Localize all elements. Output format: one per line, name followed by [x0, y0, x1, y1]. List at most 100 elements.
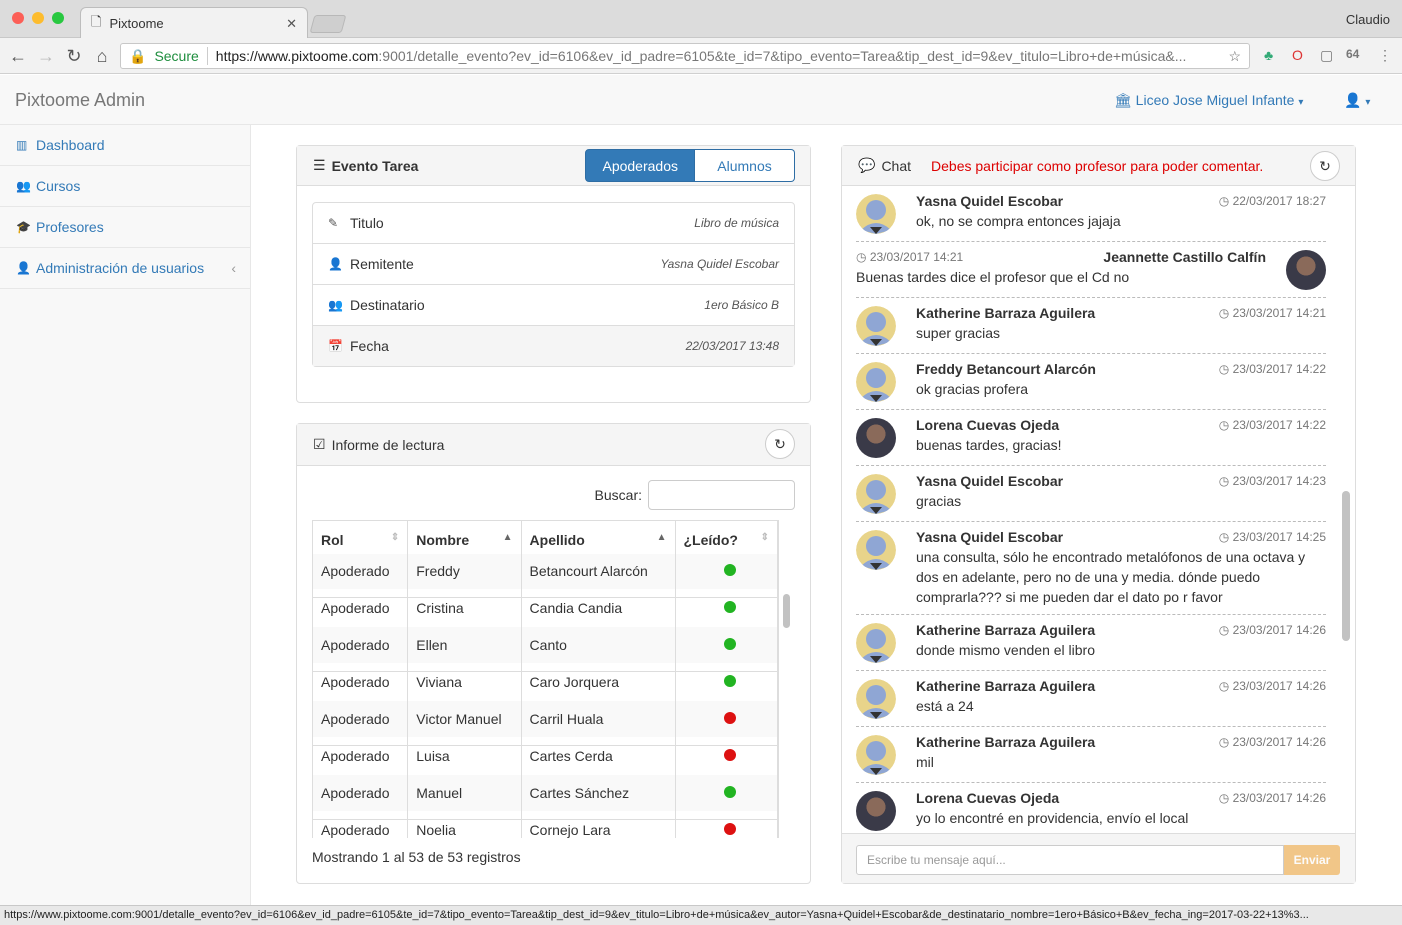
graduation-cap-icon: 🎓: [16, 220, 31, 234]
user-photo-avatar: [856, 418, 896, 458]
unread-status-dot: [724, 712, 737, 724]
search-label: Buscar:: [594, 487, 642, 503]
read-status-dot: [724, 601, 737, 613]
clock-icon: ◷: [1218, 306, 1233, 320]
reload-icon[interactable]: ↻: [64, 46, 84, 67]
chat-messages: Yasna Quidel Escobar ◷ 22/03/2017 18:27 ok…: [856, 186, 1326, 833]
home-icon[interactable]: ⌂: [92, 46, 112, 67]
search-input[interactable]: [648, 480, 795, 510]
minimize-window-button[interactable]: [32, 12, 44, 24]
close-window-button[interactable]: [12, 12, 24, 24]
read-status-dot: [724, 564, 737, 577]
list-icon: ☰: [313, 157, 326, 173]
back-icon[interactable]: ←: [8, 46, 28, 67]
message-time: ◷ 23/03/2017 14:26: [1218, 791, 1326, 805]
bookmark-star-icon[interactable]: ☆: [1228, 48, 1241, 65]
message-text: yo lo encontré en providencia, envío el …: [916, 810, 1189, 826]
close-tab-icon[interactable]: ✕: [286, 16, 297, 32]
sidebar-item-cursos[interactable]: 👥 Cursos: [0, 166, 250, 207]
message-time: ◷ 23/03/2017 14:25: [1218, 530, 1326, 544]
alumnos-button[interactable]: Alumnos: [695, 149, 795, 182]
clock-icon: ◷: [1218, 679, 1233, 693]
caret-down-icon: ▾: [1365, 97, 1371, 108]
message-text: buenas tardes, gracias!: [916, 437, 1062, 453]
lock-icon: 🔒: [129, 47, 147, 64]
address-bar[interactable]: 🔒 Secure https://www.pixtoome.com :9001/…: [120, 43, 1250, 69]
report-panel-header: ☑ Informe de lectura ↻: [297, 424, 810, 466]
default-avatar: [856, 306, 896, 346]
main-content: ☰ Evento Tarea Apoderados Alumnos ✎ Titu…: [251, 125, 1402, 905]
users-icon: 👥: [16, 179, 31, 193]
message-text: una consulta, sólo he encontrado metalóf…: [916, 549, 1306, 605]
message-time: ◷ 22/03/2017 18:27: [1218, 194, 1326, 208]
sidebar-item-profesores[interactable]: 🎓 Profesores: [0, 207, 250, 248]
default-avatar: [856, 362, 896, 402]
chat-warning: Debes participar como profesor para pode…: [931, 157, 1264, 174]
clock-icon: ◷: [1218, 362, 1233, 376]
user-icon: 👤: [328, 257, 343, 271]
event-details: ✎ Titulo Libro de música 👤 Remitente Yas…: [312, 202, 795, 367]
status-bar-url: https://www.pixtoome.com:9001/detalle_ev…: [0, 905, 1402, 925]
forward-icon[interactable]: →: [36, 46, 56, 67]
opera-extension-icon[interactable]: O: [1292, 47, 1303, 63]
message-text: está a 24: [916, 698, 974, 714]
clock-icon: ◷: [1218, 530, 1233, 544]
sidebar-item-dashboard[interactable]: ▥ Dashboard: [0, 125, 250, 166]
audience-toggle: Apoderados Alumnos: [585, 149, 795, 182]
new-tab-button[interactable]: [309, 15, 347, 33]
chat-footer: Escribe tu mensaje aquí... Enviar: [842, 833, 1355, 883]
default-avatar: [856, 623, 896, 663]
default-avatar: [856, 194, 896, 234]
event-field-fecha: 📅 Fecha 22/03/2017 13:48: [313, 326, 794, 366]
user-icon: 👤: [1344, 92, 1362, 108]
apoderados-button[interactable]: Apoderados: [585, 149, 695, 182]
school-dropdown[interactable]: 🏛 Liceo Jose Miguel Infante ▾: [1114, 92, 1303, 109]
extension-icon[interactable]: ▢: [1320, 47, 1333, 64]
clock-icon: ◷: [1218, 194, 1233, 208]
tab-title: Pixtoome: [109, 16, 164, 31]
clock-icon: ◷: [1218, 474, 1233, 488]
url-path: :9001/detalle_evento?ev_id=6106&ev_id_pa…: [378, 48, 1187, 64]
chat-message: Yasna Quidel Escobar ◷ 23/03/2017 14:25 un…: [856, 522, 1326, 615]
browser-user[interactable]: Claudio: [1346, 12, 1390, 27]
brand[interactable]: Pixtoome Admin: [15, 90, 145, 111]
calendar-icon: 📅: [328, 339, 343, 353]
menu-icon[interactable]: ⋮: [1378, 47, 1392, 64]
table-row: Apoderado Freddy Betancourt Alarcón: [313, 552, 778, 590]
browser-titlebar: 🗋 Pixtoome ✕ Claudio: [0, 0, 1402, 39]
refresh-report-button[interactable]: ↻: [765, 429, 795, 459]
extension-icon[interactable]: 64: [1346, 47, 1359, 61]
message-input[interactable]: Escribe tu mensaje aquí...: [856, 845, 1284, 875]
table-row: Apoderado Luisa Cartes Cerda: [313, 737, 778, 775]
scroll-thumb[interactable]: [783, 594, 790, 628]
chevron-left-icon: ‹: [231, 260, 236, 276]
chat-title: Chat: [881, 157, 912, 174]
browser-toolbar: ← → ↻ ⌂ 🔒 Secure https://www.pixtoome.co…: [0, 38, 1402, 74]
institution-icon: 🏛: [1114, 92, 1132, 108]
secure-label: Secure: [154, 48, 199, 64]
extension-icon[interactable]: ♣: [1264, 47, 1273, 63]
chat-message: Katherine Barraza Aguilera ◷ 23/03/2017 1…: [856, 671, 1326, 727]
chat-message: Lorena Cuevas Ojeda ◷ 23/03/2017 14:22 bue…: [856, 410, 1326, 466]
table-info: Mostrando 1 al 53 de 53 registros: [312, 849, 521, 865]
sidebar-item-administracion[interactable]: 👤 Administración de usuarios ‹: [0, 248, 250, 289]
clock-icon: ◷: [856, 250, 870, 264]
report-panel: ☑ Informe de lectura ↻ Buscar: Rol ⇕ Nomb…: [296, 423, 811, 884]
page-icon: 🗋: [91, 13, 102, 29]
message-time: ◷ 23/03/2017 14:22: [1218, 362, 1326, 376]
refresh-chat-button[interactable]: ↻: [1310, 151, 1340, 181]
chat-message: Katherine Barraza Aguilera ◷ 23/03/2017 1…: [856, 727, 1326, 783]
table-row: Apoderado Viviana Caro Jorquera: [313, 663, 778, 701]
send-button[interactable]: Enviar: [1284, 845, 1340, 875]
chat-header: 💬 Chat Debes participar como profesor pa…: [842, 146, 1355, 186]
table-scrollbar[interactable]: [780, 560, 792, 840]
maximize-window-button[interactable]: [52, 12, 64, 24]
chat-scrollbar[interactable]: [1342, 491, 1350, 641]
browser-tab[interactable]: 🗋 Pixtoome ✕: [80, 7, 308, 39]
event-field-remitente: 👤 Remitente Yasna Quidel Escobar: [313, 244, 794, 285]
app-navbar: Pixtoome Admin 🏛 Liceo Jose Miguel Infan…: [0, 75, 1402, 125]
table-row: Apoderado Cristina Candia Candia: [313, 589, 778, 627]
message-time: ◷ 23/03/2017 14:21: [1218, 306, 1326, 320]
comment-icon: 💬: [858, 157, 876, 173]
user-menu[interactable]: 👤 ▾: [1344, 92, 1370, 109]
